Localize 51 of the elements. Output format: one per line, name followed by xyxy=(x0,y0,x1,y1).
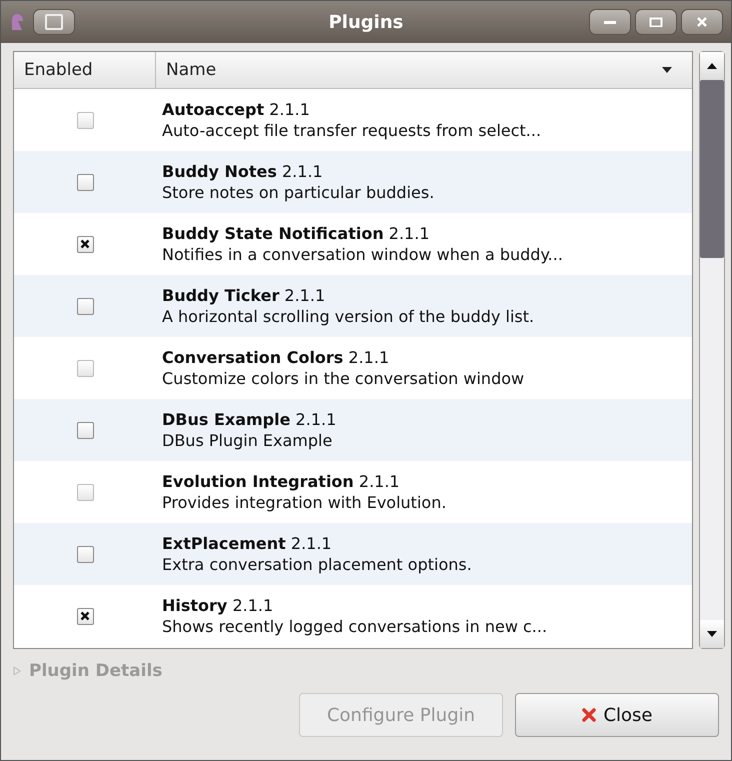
checkbox[interactable] xyxy=(76,422,94,438)
plugin-description: Extra conversation placement options. xyxy=(162,555,472,574)
close-button[interactable]: Close xyxy=(515,693,719,737)
plugin-description: Store notes on particular buddies. xyxy=(162,183,434,202)
plugin-name: DBus Example 2.1.1 xyxy=(162,410,336,429)
plugin-name: Buddy Ticker 2.1.1 xyxy=(162,286,326,305)
column-header[interactable]: Enabled xyxy=(14,52,156,88)
window-title: Plugins xyxy=(328,12,404,32)
scroll-thumb[interactable] xyxy=(700,80,724,258)
check-cross-icon xyxy=(80,611,90,621)
close-icon xyxy=(581,707,598,723)
checkbox[interactable] xyxy=(76,174,94,190)
plugin-description: Provides integration with Evolution. xyxy=(162,493,446,512)
plugin-name: ExtPlacement 2.1.1 xyxy=(162,534,333,553)
sort-arrow-icon xyxy=(662,67,672,73)
plugin-row[interactable]: Buddy Notes 2.1.1 Store notes on particular buddies. xyxy=(14,151,692,213)
scrollbar[interactable] xyxy=(699,51,725,649)
expander-arrow-icon xyxy=(13,667,21,675)
app-icon xyxy=(9,13,25,31)
check-cross-icon xyxy=(80,239,90,249)
maximize-icon xyxy=(649,17,663,27)
window-menu-button[interactable] xyxy=(33,9,75,35)
plugin-row[interactable]: DBus Example 2.1.1 DBus Plugin Example xyxy=(14,399,692,461)
checkbox[interactable] xyxy=(76,236,94,252)
close-window-button[interactable] xyxy=(681,9,723,35)
plugin-name: Evolution Integration 2.1.1 xyxy=(162,472,401,491)
column-title: Name xyxy=(166,60,216,80)
plugin-description: DBus Plugin Example xyxy=(162,431,334,450)
scroll-up-icon xyxy=(707,63,717,69)
plugin-name: History 2.1.1 xyxy=(162,596,274,615)
plugin-row[interactable]: Buddy Ticker 2.1.1 A horizontal scrolling version of the buddy list. xyxy=(14,275,692,337)
scroll-down-icon xyxy=(707,631,717,637)
checkbox[interactable] xyxy=(76,546,94,562)
column-header[interactable]: Name xyxy=(156,52,692,88)
plugin-description: Shows recently logged conversations in new c... xyxy=(162,617,548,636)
plugin-description: Auto-accept file transfer requests from select... xyxy=(162,121,542,140)
close-icon xyxy=(696,17,708,27)
plugin-row[interactable]: Buddy State Notification 2.1.1 Notifies in a conversation window when a buddy... xyxy=(14,213,692,275)
minimize-button[interactable] xyxy=(589,9,631,35)
checkbox[interactable] xyxy=(76,608,94,624)
plugin-description: Notifies in a conversation window when a buddy... xyxy=(162,245,563,264)
plugin-name: Buddy Notes 2.1.1 xyxy=(162,162,324,181)
plugin-name: Buddy State Notification 2.1.1 xyxy=(162,224,430,243)
checkbox[interactable] xyxy=(76,298,94,314)
plugin-row[interactable]: History 2.1.1 Shows recently logged conversations in new c... xyxy=(14,585,692,647)
plugin-name: Conversation Colors 2.1.1 xyxy=(162,348,390,367)
maximize-button[interactable] xyxy=(635,9,677,35)
plugin-name: Autoaccept 2.1.1 xyxy=(162,100,311,119)
plugin-row[interactable]: ExtPlacement 2.1.1 Extra conversation placement options. xyxy=(14,523,692,585)
plugin-description: A horizontal scrolling version of the buddy list. xyxy=(162,307,534,326)
plugin-description: Customize colors in the conversation window xyxy=(162,369,524,388)
